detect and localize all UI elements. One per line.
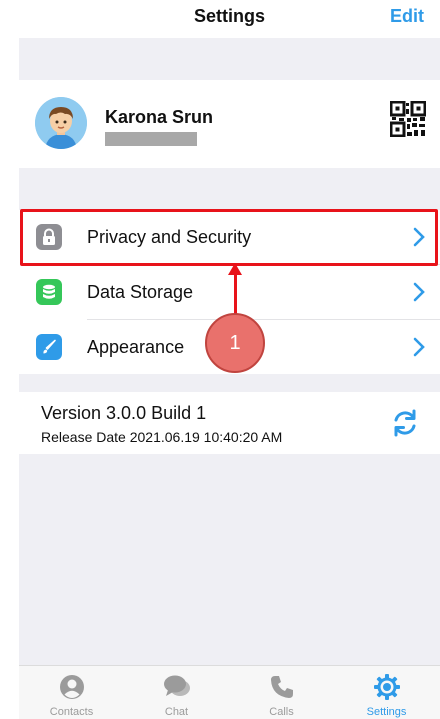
version-label: Version 3.0.0 Build 1: [41, 403, 207, 423]
menu-item-label: Data Storage: [87, 282, 194, 302]
profile-phone-redacted: [105, 132, 197, 146]
step-badge: 1: [205, 313, 265, 373]
avatar-icon: [35, 97, 87, 149]
chevron-right-icon: [413, 282, 425, 302]
page-title: Settings: [193, 6, 265, 26]
tab-chat[interactable]: Chat: [124, 666, 229, 719]
brush-icon: [36, 334, 62, 360]
edit-button[interactable]: Edit: [390, 6, 424, 27]
tab-label: Settings: [366, 706, 407, 718]
tab-label: Calls: [269, 706, 294, 718]
annotation-arrow: [234, 272, 237, 316]
menu-item-label: Appearance: [87, 337, 185, 357]
release-date: Release Date 2021.06.19 10:40:20 AM: [41, 429, 283, 445]
refresh-icon[interactable]: [390, 408, 420, 438]
tab-calls[interactable]: Calls: [229, 666, 334, 719]
lock-icon: [36, 224, 62, 250]
menu-item-label: Privacy and Security: [87, 227, 252, 247]
tab-label: Contacts: [49, 706, 94, 718]
tab-bar: Contacts Chat Calls Settings: [19, 665, 440, 719]
profile-name: Karona Srun: [105, 107, 214, 127]
tab-contacts[interactable]: Contacts: [19, 666, 124, 719]
contacts-icon: [59, 675, 84, 699]
phone-icon: [270, 676, 293, 698]
profile-row[interactable]: Karona Srun: [19, 80, 440, 168]
annotation-arrow-head: [228, 263, 242, 275]
chevron-right-icon: [413, 227, 425, 247]
left-gutter: [0, 0, 19, 719]
version-row: Version 3.0.0 Build 1 Release Date 2021.…: [19, 392, 440, 454]
tab-settings[interactable]: Settings: [334, 666, 439, 719]
chat-icon: [163, 675, 190, 696]
chevron-right-icon: [413, 337, 425, 357]
database-icon: [36, 279, 62, 305]
settings-icon: [373, 674, 400, 700]
tab-label: Chat: [164, 706, 189, 718]
menu-item-privacy-security[interactable]: Privacy and Security: [19, 210, 440, 264]
navigation-bar: Settings Edit: [19, 0, 440, 38]
qr-code-icon[interactable]: [389, 100, 427, 138]
